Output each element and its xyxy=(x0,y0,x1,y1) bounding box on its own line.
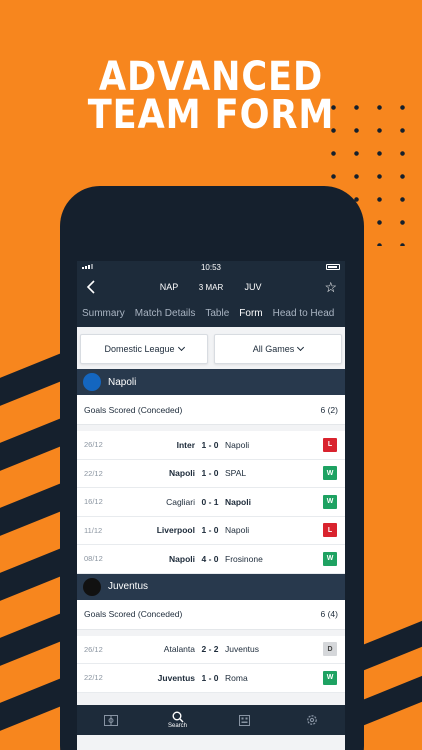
goals-summary-label: Goals Scored (Conceded) xyxy=(84,404,183,415)
team-name: Napoli xyxy=(108,376,137,388)
match-score: 1 - 0 xyxy=(201,439,219,450)
competition-dropdown[interactable]: Domestic League xyxy=(80,334,208,364)
tab-head-to-head[interactable]: Head to Head xyxy=(268,301,340,327)
match-date: 08/12 xyxy=(84,554,103,564)
nav-search[interactable]: Search xyxy=(158,711,198,729)
match-header: NAP 3 MAR JUV ☆ xyxy=(77,273,345,301)
result-badge: W xyxy=(323,551,337,566)
match-home-team: Juventus xyxy=(157,672,195,683)
match-row[interactable]: 26/12 Atalanta 2 - 2 Juventus D xyxy=(77,635,345,664)
match-score: 1 - 0 xyxy=(201,525,219,536)
app-screen: 10:53 NAP 3 MAR JUV ☆ Summary Match Deta… xyxy=(77,261,345,750)
games-dropdown[interactable]: All Games xyxy=(214,334,342,364)
competition-dropdown-label: Domestic League xyxy=(104,344,175,354)
games-dropdown-label: All Games xyxy=(252,344,295,354)
pitch-icon xyxy=(103,714,118,726)
match-tabs: Summary Match Details Table Form Head to… xyxy=(77,301,345,327)
nav-settings[interactable] xyxy=(292,714,332,726)
match-home-team: Napoli xyxy=(169,553,195,564)
match-score: 0 - 1 xyxy=(201,496,219,507)
match-date: 22/12 xyxy=(84,673,103,683)
favourite-star-icon[interactable]: ☆ xyxy=(324,280,337,294)
match-score: 2 - 2 xyxy=(201,644,219,655)
status-time: 10:53 xyxy=(200,262,222,272)
match-home-team: Liverpool xyxy=(156,525,195,536)
match-date: 26/12 xyxy=(84,644,103,654)
match-row[interactable]: 22/12 Juventus 1 - 0 Roma W xyxy=(77,664,345,693)
team-name: Juventus xyxy=(108,581,149,592)
status-bar: 10:53 xyxy=(77,261,345,273)
back-arrow-icon[interactable] xyxy=(86,280,96,294)
match-away-team: Napoli xyxy=(225,439,250,450)
match-away-team: Juventus xyxy=(225,644,260,655)
home-team-code: NAP xyxy=(159,282,179,292)
match-home-team: Cagliari xyxy=(166,496,195,507)
match-away-team: Napoli xyxy=(225,496,251,507)
match-date: 3 MAR xyxy=(198,282,224,292)
goals-summary-label: Goals Scored (Conceded) xyxy=(84,609,183,619)
match-date: 22/12 xyxy=(84,468,103,478)
result-badge: W xyxy=(323,670,337,685)
result-badge: W xyxy=(323,494,337,509)
match-row[interactable]: 26/12 Inter 1 - 0 Napoli L xyxy=(77,431,345,460)
search-icon xyxy=(172,711,183,723)
match-home-team: Inter xyxy=(176,439,195,450)
match-date: 16/12 xyxy=(84,497,103,507)
bottom-nav: Search xyxy=(77,705,345,735)
team-crest-icon xyxy=(83,577,101,596)
match-score: 1 - 0 xyxy=(201,468,219,479)
result-badge: L xyxy=(323,437,337,452)
chevron-down-icon xyxy=(297,343,305,352)
goals-summary-value: 6 (4) xyxy=(320,609,338,619)
match-row[interactable]: 22/12 Napoli 1 - 0 SPAL W xyxy=(77,459,345,488)
match-row[interactable]: 11/12 Liverpool 1 - 0 Napoli L xyxy=(77,516,345,545)
match-away-team: Roma xyxy=(225,672,248,683)
promo-title: ADVANCED TEAM FORM xyxy=(25,54,396,138)
away-team-code: JUV xyxy=(244,282,262,292)
nav-scores[interactable] xyxy=(225,714,265,726)
tab-summary[interactable]: Summary xyxy=(77,301,130,327)
match-date: 11/12 xyxy=(84,525,103,535)
promo-title-line2: TEAM FORM xyxy=(87,92,335,138)
team-header-juventus: Juventus xyxy=(77,573,345,600)
scores-icon xyxy=(239,714,250,726)
nav-pitch[interactable] xyxy=(91,714,131,726)
match-score: 1 - 0 xyxy=(201,672,219,683)
filter-bar: Domestic League All Games xyxy=(77,327,345,369)
match-date: 26/12 xyxy=(84,440,103,450)
team-header-napoli: Napoli xyxy=(77,369,345,395)
promo-title-line1: ADVANCED xyxy=(98,54,324,100)
result-badge: D xyxy=(323,642,337,657)
goals-summary-row: Goals Scored (Conceded) 6 (2) xyxy=(77,395,345,425)
result-badge: W xyxy=(323,466,337,481)
nav-search-label: Search xyxy=(167,723,187,729)
match-row[interactable]: 08/12 Napoli 4 - 0 Frosinone W xyxy=(77,545,345,574)
goals-summary-row: Goals Scored (Conceded) 6 (4) xyxy=(77,599,345,630)
gear-icon xyxy=(306,715,317,725)
match-away-team: Napoli xyxy=(225,525,250,536)
match-row[interactable]: 16/12 Cagliari 0 - 1 Napoli W xyxy=(77,488,345,517)
result-badge: L xyxy=(323,523,337,538)
match-home-team: Atalanta xyxy=(163,644,195,655)
tab-form[interactable]: Form xyxy=(234,301,267,327)
chevron-down-icon xyxy=(177,343,185,352)
battery-icon xyxy=(326,264,340,270)
match-score: 4 - 0 xyxy=(201,553,219,564)
signal-icon xyxy=(82,264,93,269)
match-away-team: Frosinone xyxy=(225,553,263,564)
match-home-team: Napoli xyxy=(169,468,195,479)
tab-table[interactable]: Table xyxy=(200,301,234,327)
tab-match-details[interactable]: Match Details xyxy=(130,301,201,327)
match-away-team: SPAL xyxy=(225,468,247,479)
goals-summary-value: 6 (2) xyxy=(320,404,338,415)
team-crest-icon xyxy=(83,373,101,391)
